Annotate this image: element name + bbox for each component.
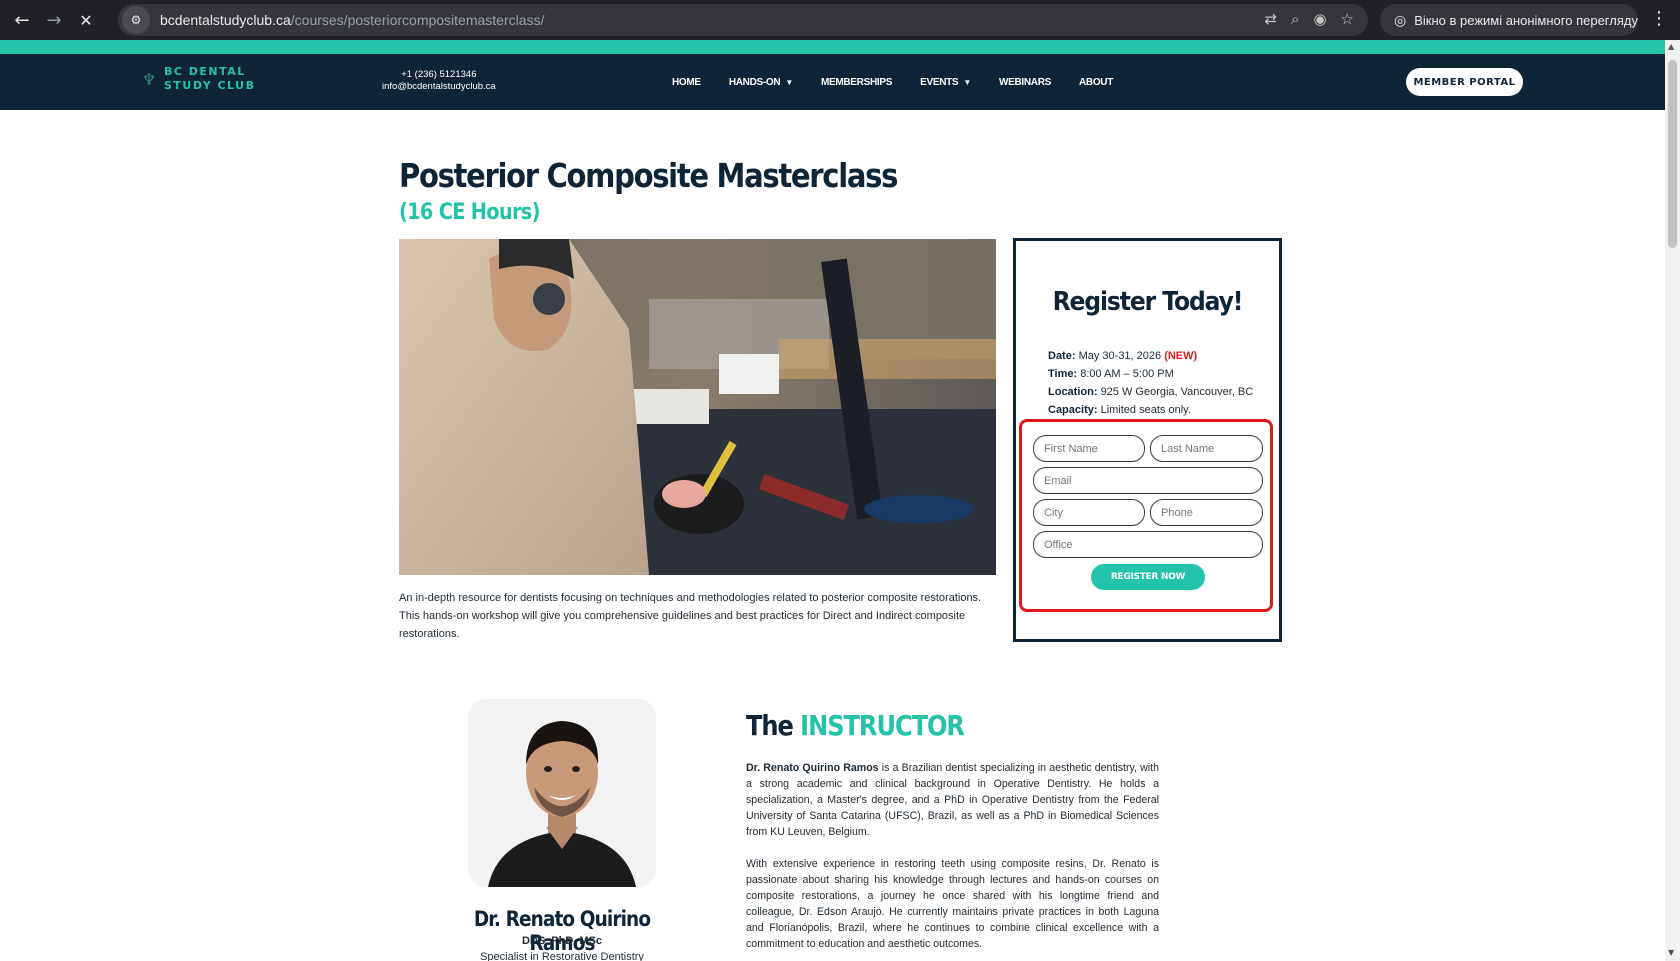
time-value: 8:00 AM – 5:00 PM [1080,368,1174,380]
browser-toolbar: ← → ✕ ⚙ bcdentalstudyclub.ca/courses/pos… [0,0,1680,40]
instructor-specialty: Specialist in Restorative Dentistry [480,951,644,961]
nav-webinars-label: WEBINARS [998,76,1051,88]
register-title: Register Today! [1052,287,1244,317]
chevron-down-icon: ▼ [785,77,793,87]
phone-field[interactable] [1150,499,1263,526]
bio-paragraph-1: Dr. Renato Quirino Ramos is a Brazilian … [746,760,1159,840]
nav-events-label: EVENTS [920,76,959,88]
chevron-down-icon: ▼ [963,77,971,87]
instructor-heading: The INSTRUCTOR [746,709,965,742]
scroll-up-icon[interactable]: ▲ [1668,42,1674,51]
nav-home-label: HOME [672,76,701,88]
url-path: /courses/posteriorcompositemasterclass/ [290,12,545,28]
nav-events[interactable]: EVENTS ▼ [920,77,971,88]
heading-accent: INSTRUCTOR [800,709,965,742]
zoom-icon[interactable]: ⌕ [1291,10,1299,28]
scroll-thumb[interactable] [1668,60,1677,248]
nav-memberships-label: MEMBERSHIPS [820,76,893,88]
location-value: 925 W Georgia, Vancouver, BC [1100,386,1254,398]
city-field[interactable] [1033,499,1145,526]
register-now-button[interactable]: REGISTER NOW [1091,564,1205,590]
date-row: Date: May 30-31, 2026 (NEW) [1048,347,1253,365]
location-label: Location: [1048,386,1098,398]
nav-about[interactable]: ABOUT [1079,77,1113,88]
nav-memberships[interactable]: MEMBERSHIPS [821,77,892,88]
logo-line1: BC DENTAL [164,65,246,78]
bio-paragraph-2: With extensive experience in restoring t… [746,858,1159,950]
incognito-indicator[interactable]: ◎ Вікно в режимі анонімного перегляду [1380,4,1638,36]
event-details: Date: May 30-31, 2026 (NEW) Time: 8:00 A… [1048,347,1253,419]
contact-info: +1 (236) 5121346 info@bcdentalstudyclub.… [382,69,496,93]
main-nav: HOME HANDS-ON ▼ MEMBERSHIPS EVENTS ▼ WEBIN… [672,54,1141,110]
logo-line2: STUDY CLUB [164,79,256,92]
back-icon[interactable]: ← [6,4,38,36]
date-label: Date: [1048,350,1076,362]
bio-name: Dr. Renato Quirino Ramos [746,762,879,774]
nav-home[interactable]: HOME [672,77,701,88]
nav-about-label: ABOUT [1078,76,1114,88]
first-name-field[interactable] [1033,435,1145,462]
member-portal-button[interactable]: MEMBER PORTAL [1406,68,1523,96]
page-viewport: ♆ BC DENTAL STUDY CLUB +1 (236) 5121346 … [0,40,1680,961]
translate-icon[interactable]: ⇄ [1264,10,1277,28]
nav-webinars[interactable]: WEBINARS [999,77,1051,88]
url-text[interactable]: bcdentalstudyclub.ca/courses/posteriorco… [160,12,544,28]
nav-hands-on-label: HANDS-ON [728,76,781,88]
phone-link[interactable]: +1 (236) 5121346 [382,69,496,81]
incognito-label: Вікно в режимі анонімного перегляду [1414,12,1638,28]
nav-hands-on[interactable]: HANDS-ON ▼ [729,77,793,88]
instructor-bio: Dr. Renato Quirino Ramos is a Brazilian … [746,760,1159,952]
bookmark-star-icon[interactable]: ☆ [1341,10,1354,28]
browser-menu-icon[interactable]: ⋮ [1650,8,1668,29]
location-row: Location: 925 W Georgia, Vancouver, BC [1048,383,1253,401]
course-hero-image [399,239,996,575]
scroll-down-icon[interactable]: ▼ [1668,948,1674,957]
capacity-value: Limited seats only. [1100,404,1191,416]
page-scrollbar[interactable]: ▲ ▼ [1665,40,1680,961]
incognito-icon: ◎ [1394,11,1407,28]
tooth-logo-icon: ♆ [141,69,157,89]
eye-off-icon[interactable]: ◉ [1313,10,1326,28]
ce-hours-subtitle: (16 CE Hours) [399,200,540,225]
site-header: ♆ BC DENTAL STUDY CLUB +1 (236) 5121346 … [0,54,1665,110]
date-value: May 30-31, 2026 [1078,350,1162,362]
time-row: Time: 8:00 AM – 5:00 PM [1048,365,1253,383]
address-bar[interactable]: ⚙ bcdentalstudyclub.ca/courses/posterior… [118,4,1368,36]
capacity-label: Capacity: [1048,404,1098,416]
email-field[interactable] [1033,467,1263,494]
stop-loading-icon[interactable]: ✕ [70,4,102,36]
email-link[interactable]: info@bcdentalstudyclub.ca [382,81,496,93]
new-badge: (NEW) [1164,350,1198,362]
instructor-photo [468,699,656,887]
office-field[interactable] [1033,531,1263,558]
forward-icon[interactable]: → [38,4,70,36]
last-name-field[interactable] [1150,435,1263,462]
instructor-credentials: DDS, PhD, MSc [521,935,603,947]
time-label: Time: [1048,368,1078,380]
heading-prefix: The [746,709,794,742]
page-title: Posterior Composite Masterclass [399,156,898,195]
site-logo[interactable]: ♆ BC DENTAL STUDY CLUB [142,65,256,93]
top-accent-bar [0,40,1665,54]
site-settings-icon[interactable]: ⚙ [122,6,150,34]
course-description: An in-depth resource for dentists focusi… [399,592,982,640]
instructor-name: Dr. Renato Quirino Ramos [473,907,651,955]
capacity-row: Capacity: Limited seats only. [1048,401,1253,419]
url-host: bcdentalstudyclub.ca [160,12,291,28]
